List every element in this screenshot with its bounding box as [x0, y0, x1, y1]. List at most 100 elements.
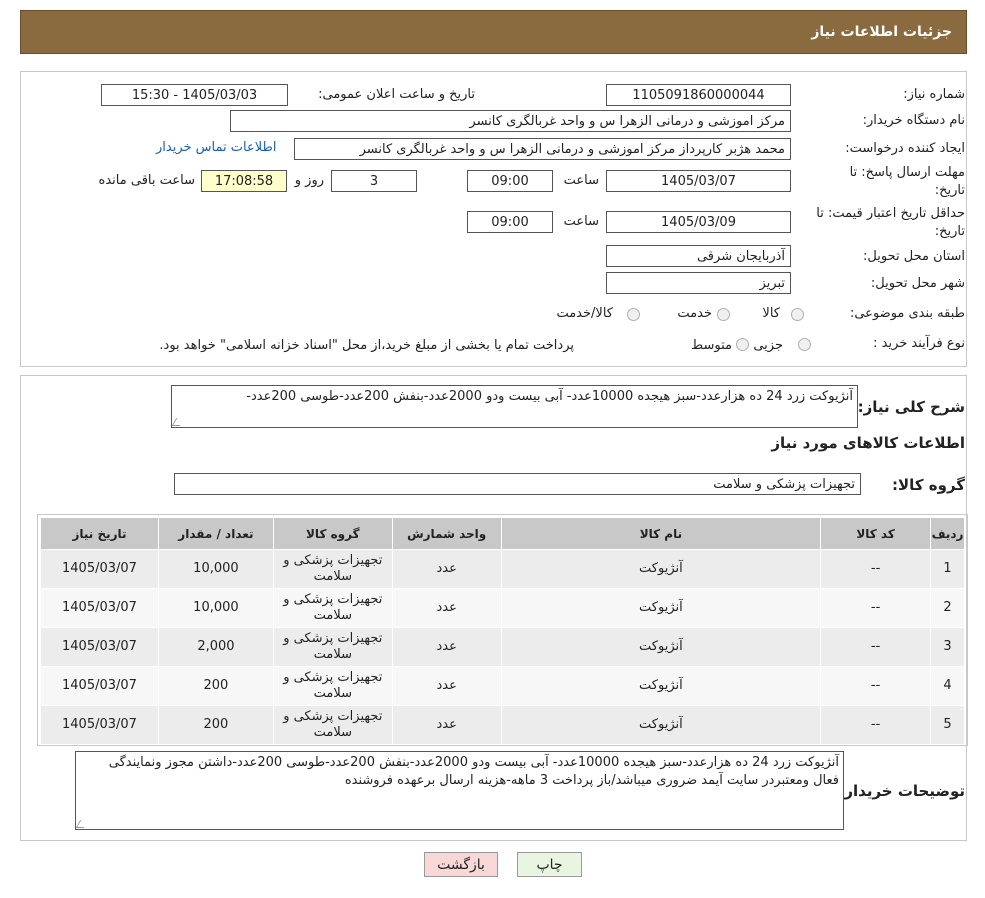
summary-label: شرح کلی نیاز:	[857, 398, 965, 416]
cell-unit: عدد	[391, 588, 502, 628]
cell-item-name: آنژیوکت	[500, 549, 822, 589]
remaining-label: ساعت باقی مانده	[98, 173, 195, 188]
resize-grip-icon[interactable]	[76, 820, 89, 828]
cell-need-date: 1405/03/07	[40, 627, 159, 667]
process-note: پرداخت تمام یا بخشی از مبلغ خرید،از محل …	[159, 338, 574, 353]
cell-row-number: 1	[930, 549, 965, 589]
print-button[interactable]: چاپ	[517, 852, 582, 877]
process-option-minor: جزیی	[753, 338, 783, 353]
process-label: نوع فرآیند خرید :	[873, 336, 965, 351]
category-option-goods: کالا	[762, 306, 780, 321]
category-radio-service[interactable]	[717, 308, 730, 321]
col-item-name: نام کالا	[500, 517, 822, 550]
table-row: 3 -- آنژیوکت عدد تجهیزات پزشکی و سلامت 2…	[40, 627, 965, 667]
cell-item-group: تجهیزات پزشکی و سلامت	[272, 705, 393, 745]
cell-item-name: آنژیوکت	[500, 588, 822, 628]
cell-item-group: تجهیزات پزشکی و سلامت	[272, 588, 393, 628]
cell-unit: عدد	[391, 549, 502, 589]
announce-label: تاریخ و ساعت اعلان عمومی:	[318, 87, 475, 102]
buyer-org-field[interactable]: مرکز اموزشی و درمانی الزهرا س و واحد غرب…	[230, 110, 791, 132]
cell-unit: عدد	[391, 666, 502, 706]
need-number-field[interactable]: 1105091860000044	[606, 84, 791, 106]
category-radio-goods-service[interactable]	[627, 308, 640, 321]
group-field[interactable]: تجهیزات پزشکی و سلامت	[174, 473, 861, 495]
back-button[interactable]: بازگشت	[424, 852, 498, 877]
cell-quantity: 2,000	[157, 627, 274, 667]
days-field[interactable]: 3	[331, 170, 417, 192]
validity-label-date: تاریخ:	[934, 224, 965, 239]
province-label: استان محل تحویل:	[863, 249, 965, 264]
category-option-service: خدمت	[677, 306, 712, 321]
deadline-label: مهلت ارسال پاسخ: تا	[849, 165, 965, 180]
process-option-medium: متوسط	[691, 338, 732, 353]
table-row: 1 -- آنژیوکت عدد تجهیزات پزشکی و سلامت 1…	[40, 549, 965, 589]
category-radio-goods[interactable]	[791, 308, 804, 321]
buyer-contact-link[interactable]: اطلاعات تماس خریدار	[156, 140, 276, 155]
deadline-date-field[interactable]: 1405/03/07	[606, 170, 791, 192]
buyer-org-label: نام دستگاه خریدار:	[862, 113, 965, 128]
deadline-time-field[interactable]: 09:00	[467, 170, 553, 192]
deadline-label-date: تاریخ:	[934, 183, 965, 198]
validity-time-label: ساعت	[563, 214, 599, 229]
deadline-time-label: ساعت	[563, 173, 599, 188]
cell-item-group: تجهیزات پزشکی و سلامت	[272, 666, 393, 706]
days-label: روز و	[294, 173, 324, 188]
creator-label: ایجاد کننده درخواست:	[845, 141, 965, 156]
col-item-group: گروه کالا	[272, 517, 393, 550]
validity-label: حداقل تاریخ اعتبار قیمت: تا	[816, 206, 965, 221]
cell-need-date: 1405/03/07	[40, 549, 159, 589]
col-item-code: کد کالا	[820, 517, 932, 550]
city-field[interactable]: تبریز	[606, 272, 791, 294]
cell-item-code: --	[820, 549, 932, 589]
cell-item-code: --	[820, 705, 932, 745]
summary-text: آنژیوکت زرد 24 ده هزارعدد-سبز هیجده 1000…	[246, 389, 853, 404]
cell-row-number: 5	[930, 705, 965, 745]
resize-grip-icon[interactable]	[172, 418, 185, 426]
col-need-date: تاریخ نیاز	[40, 517, 159, 550]
buyer-notes-textarea[interactable]: آنژیوکت زرد 24 ده هزارعدد-سبز هیجده 1000…	[75, 751, 844, 830]
cell-quantity: 10,000	[157, 549, 274, 589]
table-row: 4 -- آنژیوکت عدد تجهیزات پزشکی و سلامت 2…	[40, 666, 965, 706]
cell-item-code: --	[820, 666, 932, 706]
cell-quantity: 10,000	[157, 588, 274, 628]
page-header: جزئیات اطلاعات نیاز	[20, 10, 967, 54]
cell-unit: عدد	[391, 705, 502, 745]
creator-field[interactable]: محمد هژبر کارپرداز مرکز اموزشی و درمانی …	[294, 138, 791, 160]
cell-item-name: آنژیوکت	[500, 666, 822, 706]
col-quantity: تعداد / مقدار	[157, 517, 274, 550]
buyer-notes-text: آنژیوکت زرد 24 ده هزارعدد-سبز هیجده 1000…	[108, 755, 839, 788]
page-title: جزئیات اطلاعات نیاز	[811, 24, 952, 40]
cell-need-date: 1405/03/07	[40, 666, 159, 706]
cell-row-number: 2	[930, 588, 965, 628]
cell-need-date: 1405/03/07	[40, 705, 159, 745]
cell-row-number: 4	[930, 666, 965, 706]
province-field[interactable]: آذربایجان شرقی	[606, 245, 791, 267]
col-row-number: ردیف	[930, 517, 965, 550]
summary-textarea[interactable]: آنژیوکت زرد 24 ده هزارعدد-سبز هیجده 1000…	[171, 385, 858, 428]
cell-quantity: 200	[157, 705, 274, 745]
city-label: شهر محل تحویل:	[870, 276, 965, 291]
announce-datetime-field[interactable]: 1405/03/03 - 15:30	[101, 84, 288, 106]
process-radio-medium[interactable]	[736, 338, 749, 351]
buyer-notes-label: توضیحات خریدار:	[838, 782, 965, 800]
table-row: 2 -- آنژیوکت عدد تجهیزات پزشکی و سلامت 1…	[40, 588, 965, 628]
items-heading: اطلاعات کالاهای مورد نیاز	[771, 434, 965, 452]
validity-time-field[interactable]: 09:00	[467, 211, 553, 233]
table-row: 5 -- آنژیوکت عدد تجهیزات پزشکی و سلامت 2…	[40, 705, 965, 745]
cell-unit: عدد	[391, 627, 502, 667]
cell-item-code: --	[820, 588, 932, 628]
cell-item-group: تجهیزات پزشکی و سلامت	[272, 627, 393, 667]
cell-quantity: 200	[157, 666, 274, 706]
validity-date-field[interactable]: 1405/03/09	[606, 211, 791, 233]
group-label: گروه کالا:	[892, 476, 965, 494]
table-header-row: ردیف کد کالا نام کالا واحد شمارش گروه کا…	[40, 517, 965, 550]
category-option-goods-service: کالا/خدمت	[556, 306, 613, 321]
category-label: طبقه بندی موضوعی:	[849, 306, 965, 321]
process-radio-minor[interactable]	[798, 338, 811, 351]
cell-need-date: 1405/03/07	[40, 588, 159, 628]
need-number-label: شماره نیاز:	[903, 87, 965, 102]
cell-row-number: 3	[930, 627, 965, 667]
col-unit: واحد شمارش	[391, 517, 502, 550]
cell-item-group: تجهیزات پزشکی و سلامت	[272, 549, 393, 589]
remaining-time-field[interactable]: 17:08:58	[201, 170, 287, 192]
